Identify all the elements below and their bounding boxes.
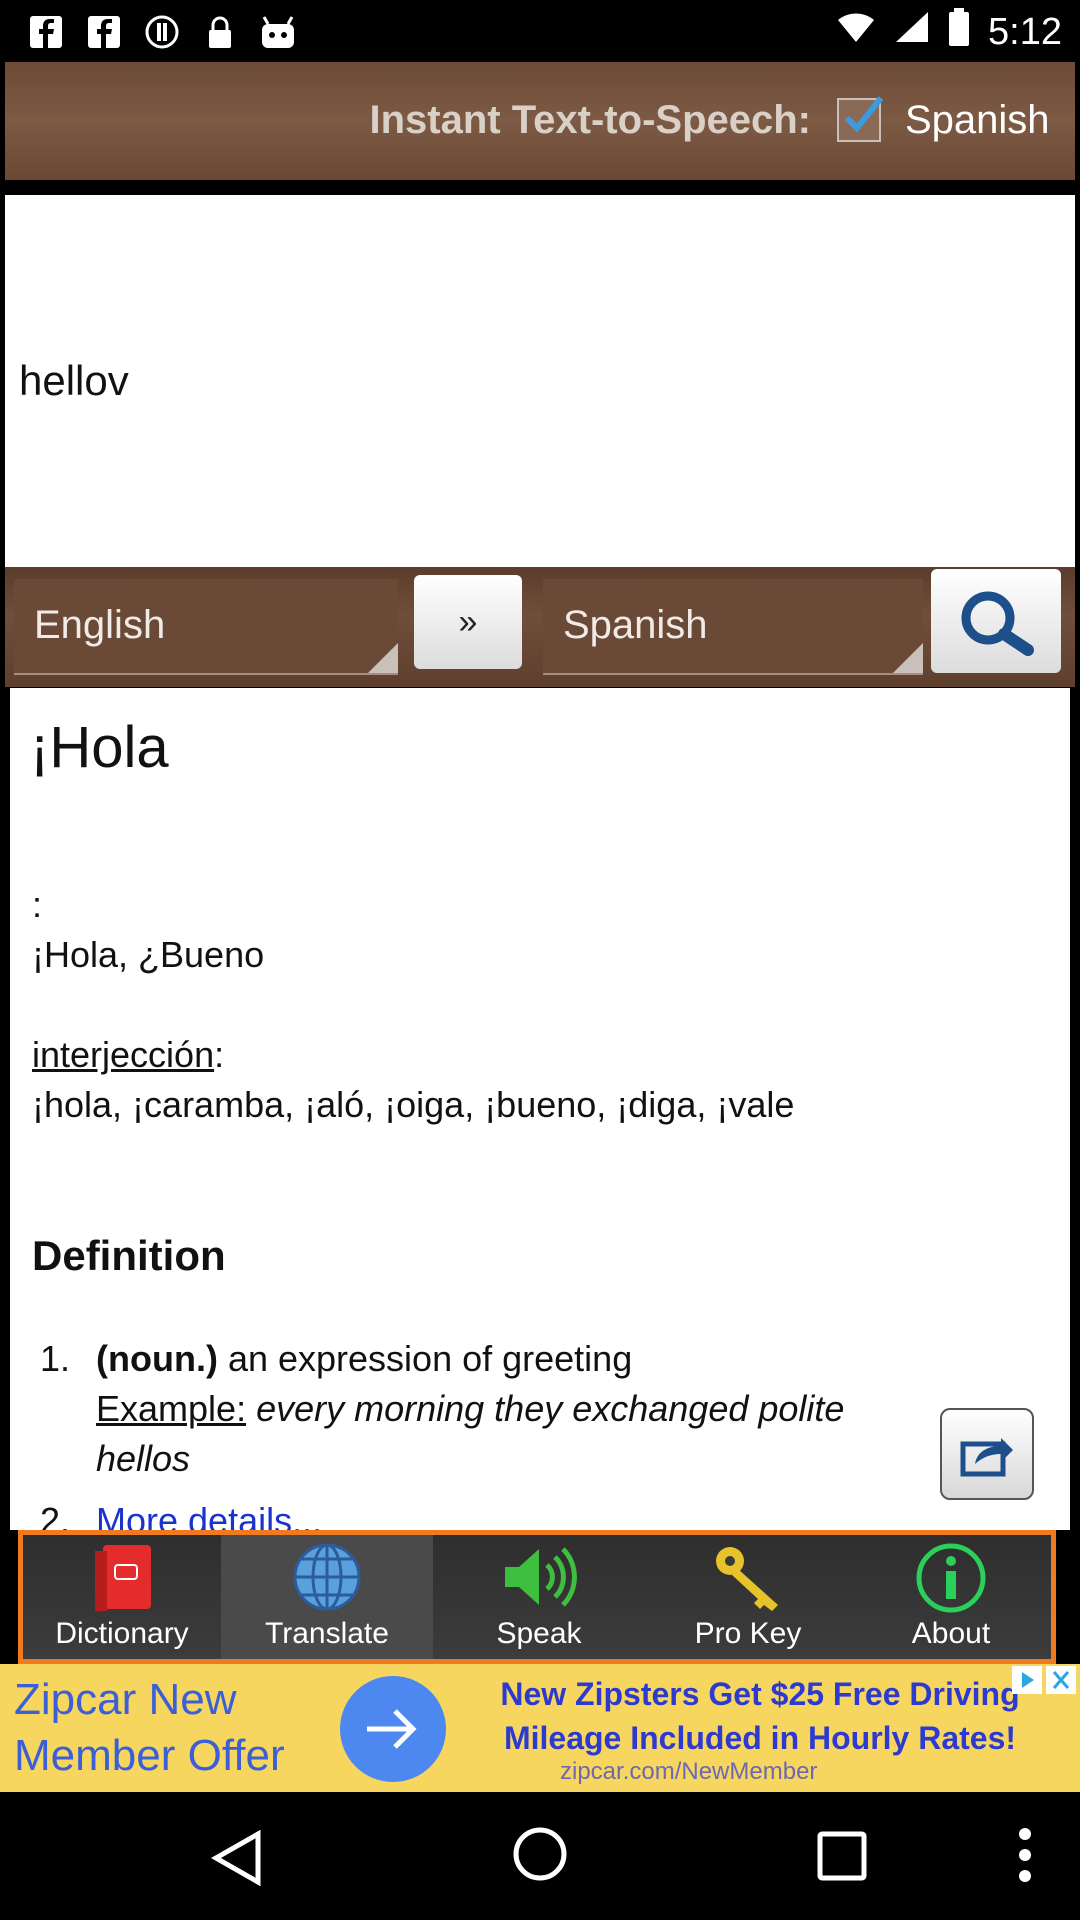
target-language-select[interactable]: Spanish [543,579,923,675]
item-pos: (noun.) [96,1338,218,1379]
example-text-2: hellos [96,1438,191,1479]
facebook-icon [84,12,124,52]
nav-translate[interactable]: Translate [221,1535,433,1659]
book-icon [89,1541,155,1618]
status-right: 5:12 [836,8,1062,56]
nav-speak[interactable]: Speak [433,1535,645,1659]
ad-choices-icon[interactable] [1012,1666,1042,1694]
android-icon [258,12,298,52]
nav-dictionary[interactable]: Dictionary [23,1535,221,1659]
ad-controls [1012,1666,1076,1694]
pos-words: ¡hola, ¡caramba, ¡aló, ¡oiga, ¡bueno, ¡d… [32,1084,795,1125]
language-row: English » Spanish [5,567,1075,687]
part-of-speech: interjección: [32,1034,224,1076]
share-button[interactable] [940,1408,1034,1500]
home-icon[interactable] [512,1826,568,1882]
dropdown-corner-icon [893,643,923,673]
back-icon[interactable] [210,1830,264,1886]
ad-body-line: Mileage Included in Hourly Rates! [503,1720,1017,1756]
signal-icon [894,10,930,54]
definition-item: (noun.) an expression of greeting [96,1338,956,1380]
translation-result: ¡Hola : ¡Hola, ¿Bueno interjección: ¡hol… [10,688,1070,1530]
share-icon [960,1438,1013,1477]
ad-headline-line: Member Offer [14,1731,285,1780]
example-label: Example: [96,1388,247,1429]
recents-icon[interactable] [816,1830,868,1882]
globe-icon [289,1541,365,1618]
example-line-2: hellos [96,1438,956,1480]
facebook-icon [26,12,66,52]
key-icon [708,1541,788,1618]
result-phrase: ¡Hola, ¿Bueno [32,934,265,975]
app-bar: Instant Text-to-Speech: Spanish [5,62,1075,180]
swap-languages-button[interactable]: » [414,575,522,669]
ad-headline-line: Zipcar New [14,1675,237,1724]
ad-arrow-button[interactable] [340,1676,446,1782]
nav-label: Translate [265,1617,389,1650]
item-number: 1. [40,1338,71,1379]
arrow-right-icon [367,1709,417,1749]
bottom-nav: Dictionary Translate Speak Pro Key About [18,1530,1056,1664]
tts-language[interactable]: Spanish [905,98,1050,143]
source-language-label: English [34,603,166,647]
nav-label: Speak [496,1617,582,1650]
checkmark-icon [844,96,884,133]
system-nav-bar [0,1792,1080,1920]
pos-label: interjección [32,1034,215,1075]
pos-colon: : [214,1034,225,1075]
lock-icon [200,12,240,52]
result-colon: : [32,884,43,925]
nav-about[interactable]: About [851,1535,1051,1659]
target-language-label: Spanish [563,603,708,647]
input-text: hellov [19,357,129,404]
clock: 5:12 [988,10,1062,53]
notification-icons [26,12,298,52]
tts-label: Instant Text-to-Speech: [369,98,811,142]
source-language-select[interactable]: English [14,579,398,675]
close-icon[interactable] [1046,1666,1076,1694]
ad-banner[interactable]: Zipcar New Member Offer New Zipsters Get… [0,1664,1080,1792]
tts-checkbox[interactable] [837,96,884,142]
speaker-icon [499,1541,579,1618]
status-bar: 5:12 [0,0,1080,62]
info-circle-icon [142,12,182,52]
nav-pro-key[interactable]: Pro Key [645,1535,851,1659]
search-icon [961,591,1034,656]
search-button[interactable] [931,569,1061,673]
more-options-icon[interactable] [1016,1826,1034,1884]
battery-icon [948,8,970,56]
ad-body-line: New Zipsters Get $25 Free Driving [500,1676,1020,1712]
nav-label: Pro Key [694,1617,802,1650]
result-title: ¡Hola [30,715,169,780]
more-details-link[interactable]: More details... [96,1500,322,1530]
nav-label: Dictionary [55,1617,189,1650]
item-number-2: 2. [40,1500,71,1530]
input-text-area[interactable]: hellov [5,195,1075,567]
nav-label: About [911,1617,991,1650]
info-icon [914,1541,988,1620]
example-text: every morning they exchanged polite [246,1388,845,1429]
wifi-icon [836,10,876,54]
dropdown-corner-icon [368,643,398,673]
ad-body: New Zipsters Get $25 Free Driving Mileag… [480,1672,1040,1760]
ad-url: zipcar.com/NewMember [560,1758,818,1785]
example-line: Example: every morning they exchanged po… [96,1388,956,1430]
item-text: an expression of greeting [217,1338,633,1379]
definition-heading: Definition [32,1232,226,1279]
ad-headline: Zipcar New Member Offer [14,1672,285,1784]
